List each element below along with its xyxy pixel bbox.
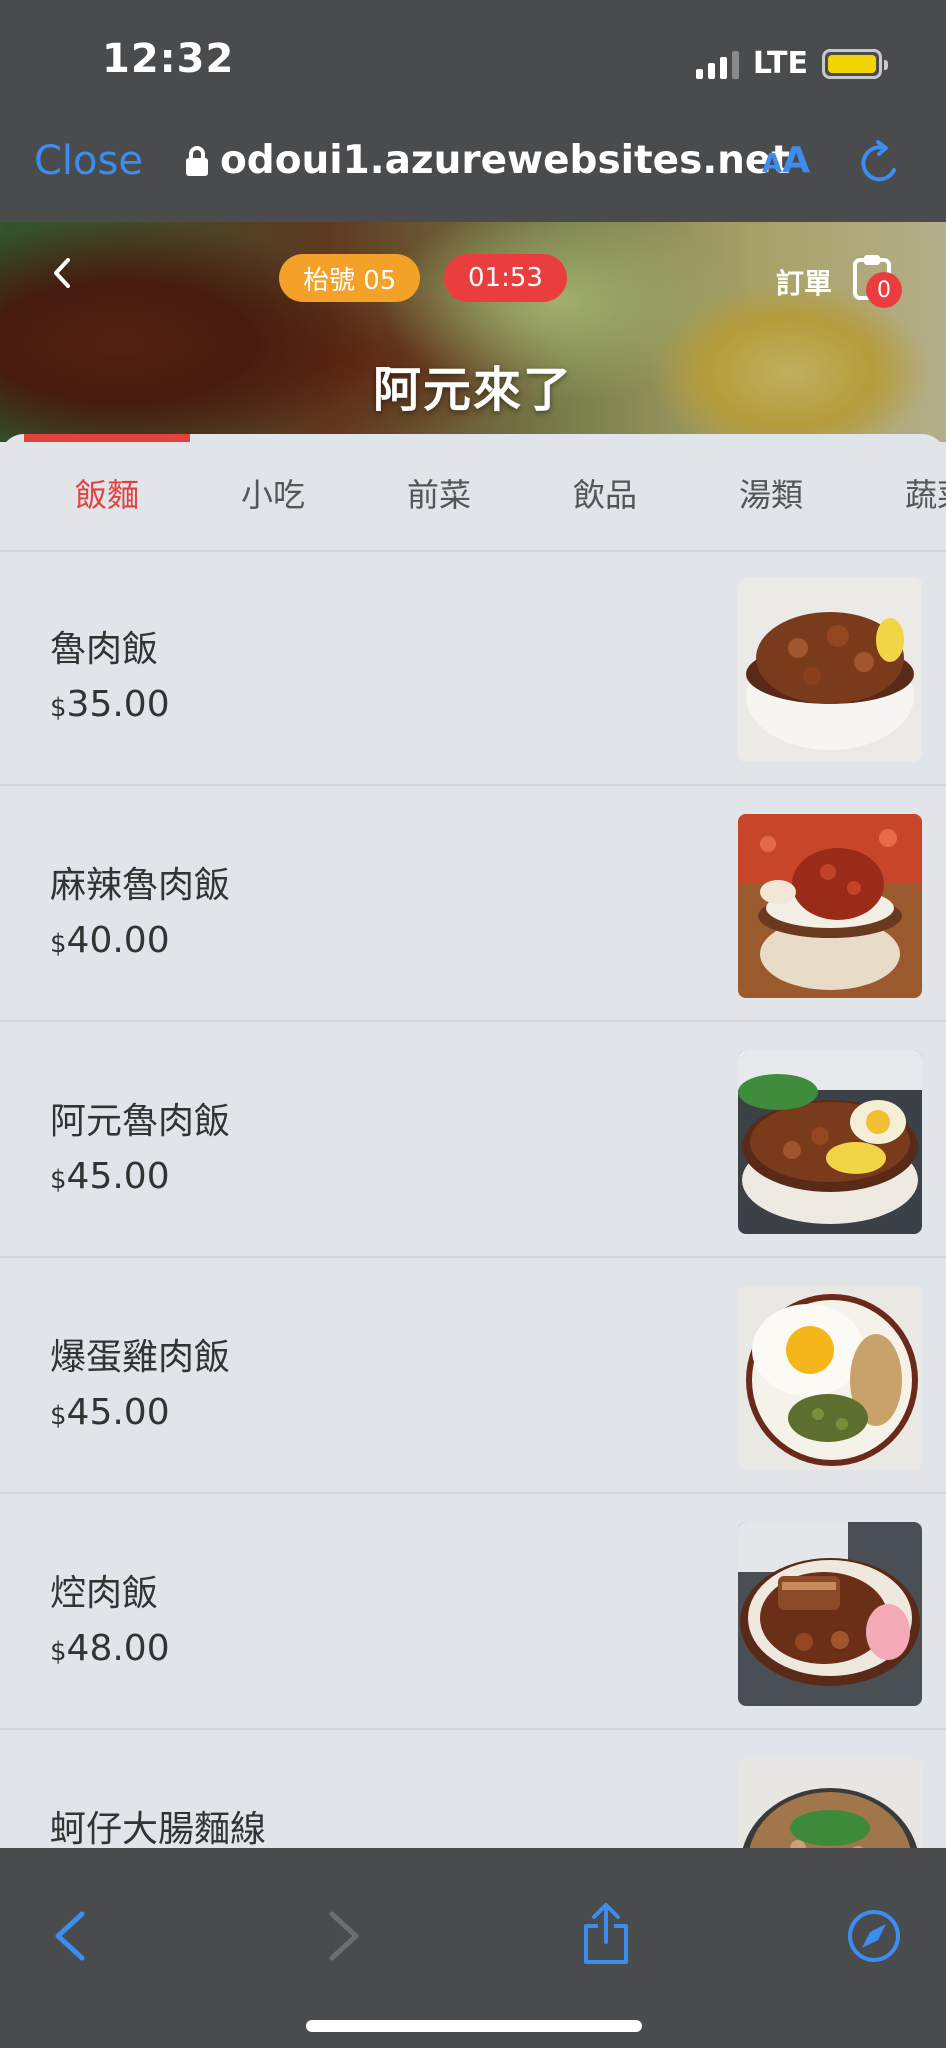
share-icon[interactable] bbox=[580, 1902, 632, 1966]
tab-snacks[interactable]: 小吃 bbox=[190, 470, 356, 516]
item-price: $40.00 bbox=[50, 920, 170, 961]
oyster-intestine-vermicelli-photo bbox=[738, 1758, 922, 1848]
browser-toolbar: Close odoui1.azurewebsites.net AA bbox=[0, 110, 946, 222]
battery-icon bbox=[822, 48, 888, 79]
signal-icon bbox=[695, 49, 739, 79]
lock-icon bbox=[186, 145, 208, 176]
price-value: 45.00 bbox=[66, 1392, 170, 1433]
menu-item[interactable]: 阿元魯肉飯 $45.00 bbox=[0, 1024, 946, 1258]
text-size-small: A bbox=[762, 149, 783, 179]
table-number-badge: 枱號 05 bbox=[279, 254, 421, 302]
text-size-button[interactable]: AA bbox=[762, 140, 810, 181]
item-name: 麻辣魯肉飯 bbox=[50, 865, 231, 906]
close-button[interactable]: Close bbox=[34, 138, 143, 184]
item-name: 魯肉飯 bbox=[50, 629, 159, 670]
menu-panel: 飯麵 小吃 前菜 飲品 湯類 蔬菜 魯肉飯 $35.00 麻辣魯肉飯 $40.0… bbox=[0, 434, 946, 1848]
item-price: $48.00 bbox=[50, 1628, 170, 1669]
hero-banner: 枱號 05 01:53 訂單 0 阿元來了 bbox=[0, 222, 946, 442]
status-time: 12:32 bbox=[102, 36, 235, 82]
url-text: odoui1.azurewebsites.net bbox=[220, 138, 791, 183]
back-chevron-icon[interactable] bbox=[48, 258, 78, 288]
item-price: $45.00 bbox=[50, 1156, 170, 1197]
tab-rice-noodles[interactable]: 飯麵 bbox=[24, 470, 190, 516]
menu-item[interactable]: 魯肉飯 $35.00 bbox=[0, 552, 946, 786]
tab-vegetables[interactable]: 蔬菜 bbox=[854, 470, 946, 516]
item-name: 阿元魯肉飯 bbox=[50, 1101, 231, 1142]
browser-forward-icon[interactable] bbox=[326, 1910, 362, 1962]
active-tab-indicator bbox=[24, 434, 190, 442]
browser-back-icon[interactable] bbox=[52, 1910, 88, 1962]
currency-symbol: $ bbox=[50, 929, 67, 959]
item-name: 蚵仔大腸麵線 bbox=[50, 1809, 267, 1848]
currency-symbol: $ bbox=[50, 693, 67, 723]
item-price: $45.00 bbox=[50, 1392, 170, 1433]
menu-item[interactable]: 焢肉飯 $48.00 bbox=[0, 1496, 946, 1730]
currency-symbol: $ bbox=[50, 1165, 67, 1195]
tab-soups[interactable]: 湯類 bbox=[688, 470, 854, 516]
braised-pork-belly-rice-photo bbox=[738, 1522, 922, 1706]
ayuan-braised-pork-rice-photo bbox=[738, 1050, 922, 1234]
item-name: 爆蛋雞肉飯 bbox=[50, 1337, 231, 1378]
store-title: 阿元來了 bbox=[372, 362, 573, 418]
tab-drinks[interactable]: 飲品 bbox=[522, 470, 688, 516]
item-name: 焢肉飯 bbox=[50, 1573, 159, 1614]
browser-bottom-toolbar bbox=[0, 1848, 946, 2048]
status-indicators: LTE bbox=[695, 46, 888, 81]
order-label[interactable]: 訂單 bbox=[776, 262, 832, 302]
menu-item[interactable]: 麻辣魯肉飯 $40.00 bbox=[0, 788, 946, 1022]
price-value: 35.00 bbox=[66, 684, 170, 725]
currency-symbol: $ bbox=[50, 1401, 67, 1431]
spicy-braised-pork-rice-photo bbox=[738, 814, 922, 998]
currency-symbol: $ bbox=[50, 1637, 67, 1667]
home-indicator[interactable] bbox=[306, 2020, 642, 2032]
item-price: $35.00 bbox=[50, 684, 170, 725]
price-value: 40.00 bbox=[66, 920, 170, 961]
timer-badge: 01:53 bbox=[444, 254, 567, 302]
text-size-large: A bbox=[782, 140, 810, 181]
compass-icon[interactable] bbox=[846, 1908, 902, 1964]
reload-icon[interactable] bbox=[858, 140, 904, 186]
address-bar[interactable]: odoui1.azurewebsites.net bbox=[186, 138, 790, 183]
braised-pork-rice-photo bbox=[738, 578, 922, 762]
tab-appetizers[interactable]: 前菜 bbox=[356, 470, 522, 516]
category-tabs: 飯麵 小吃 前菜 飲品 湯類 蔬菜 bbox=[0, 434, 946, 552]
price-value: 48.00 bbox=[66, 1628, 170, 1669]
menu-item[interactable]: 蚵仔大腸麵線 $ bbox=[0, 1732, 946, 1848]
price-value: 45.00 bbox=[66, 1156, 170, 1197]
status-bar: 12:32 LTE bbox=[0, 0, 946, 110]
fried-egg-chicken-rice-photo bbox=[738, 1286, 922, 1470]
cart-count-badge: 0 bbox=[866, 272, 902, 308]
network-label: LTE bbox=[752, 46, 808, 81]
menu-item[interactable]: 爆蛋雞肉飯 $45.00 bbox=[0, 1260, 946, 1494]
